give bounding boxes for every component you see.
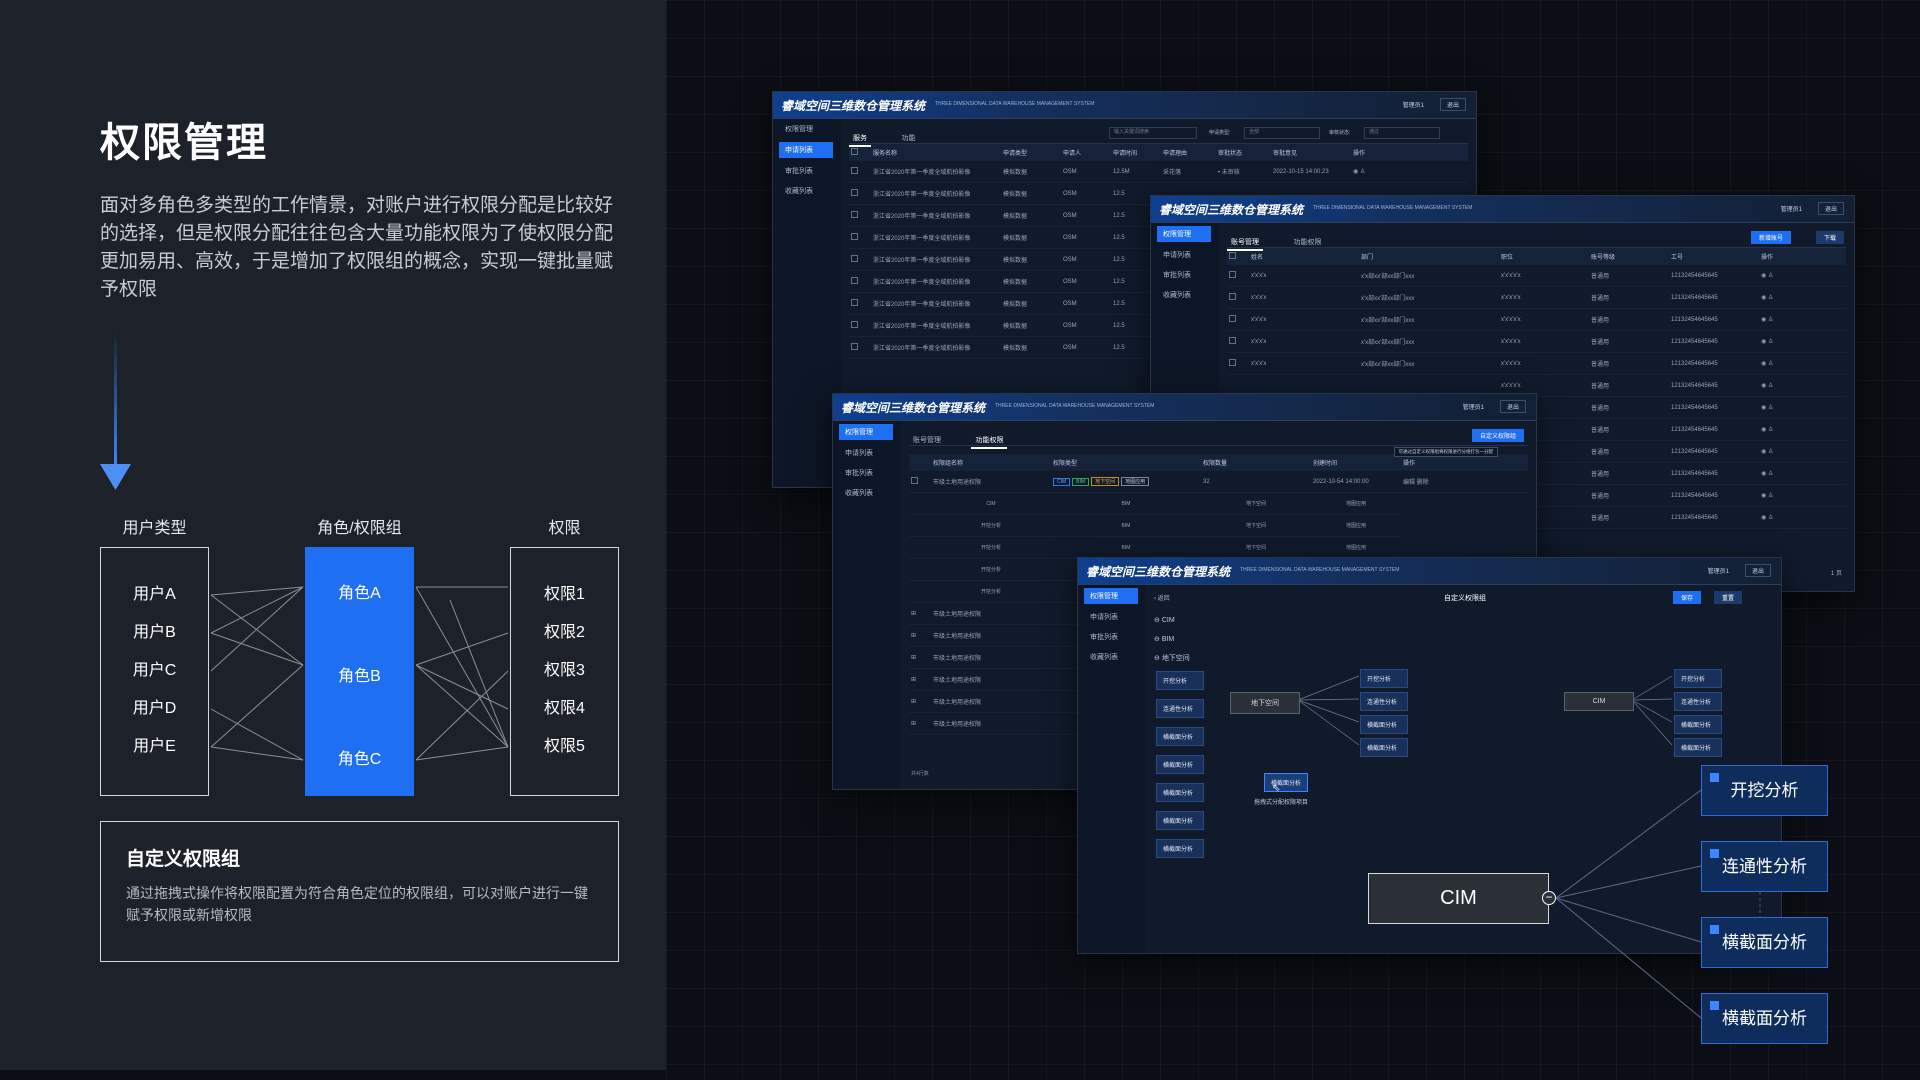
overlay-node-cross-section-2[interactable]: 横截面分析 [1701,993,1828,1044]
overlay-links [1555,789,1761,1019]
overlay-node-cross-section[interactable]: 横截面分析 [1701,917,1828,968]
node-icon [1710,1001,1719,1010]
node-icon [1710,849,1719,858]
collapse-icon[interactable]: − [1542,891,1556,905]
overlay-node-label: 横截面分析 [1722,1009,1807,1028]
overlay-node-label: 开挖分析 [1730,781,1799,800]
overlay-cim-node[interactable]: CIM [1368,873,1549,924]
overlay-node-label: 横截面分析 [1722,933,1807,952]
overlay-node-excavation[interactable]: 开挖分析 [1701,765,1828,816]
node-icon [1710,925,1719,934]
overlay-node-connectivity[interactable]: 连通性分析 [1701,841,1828,892]
node-icon [1710,773,1719,782]
overlay-node-label: 连通性分析 [1722,857,1807,876]
